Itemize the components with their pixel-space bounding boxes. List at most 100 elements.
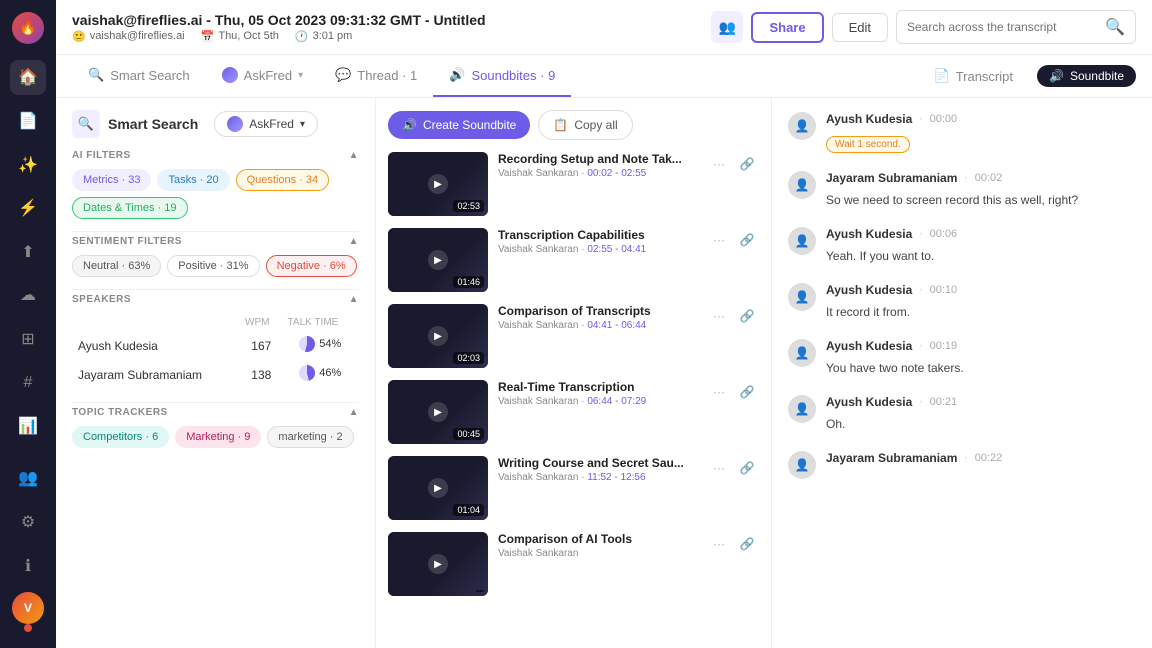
sidebar-item-upload[interactable]: ⬆ xyxy=(10,234,46,270)
play-button-2[interactable]: ▶ xyxy=(428,326,448,346)
filter-tag-questions[interactable]: Questions · 34 xyxy=(236,169,330,191)
speaker-wpm-jayaram: 138 xyxy=(241,361,282,388)
tab-thread[interactable]: 💬 Thread · 1 xyxy=(319,55,433,97)
soundbite-more-1[interactable]: ··· xyxy=(707,228,731,252)
transcript-content-4: Ayush Kudesia · 00:19 You have two note … xyxy=(826,337,1136,377)
filter-tag-positive[interactable]: Positive · 31% xyxy=(167,255,259,277)
soundbite-link-5[interactable]: 🔗 xyxy=(735,532,759,556)
tab-smart-search[interactable]: 🔍 Smart Search xyxy=(72,55,206,97)
sidebar-item-ai[interactable]: ✨ xyxy=(10,147,46,183)
askfred-tab-label: AskFred xyxy=(244,68,292,83)
sidebar-item-people[interactable]: 👥 xyxy=(10,460,46,496)
create-soundbite-button[interactable]: 🔊 Create Soundbite xyxy=(388,111,530,139)
play-button-5[interactable]: ▶ xyxy=(428,554,448,574)
filter-tag-competitors[interactable]: Competitors · 6 xyxy=(72,426,169,448)
soundbite-link-2[interactable]: 🔗 xyxy=(735,304,759,328)
soundbite-timerange-1[interactable]: 02:55 - 04:41 xyxy=(587,244,646,255)
sidebar-item-analytics[interactable]: 📊 xyxy=(10,408,46,444)
copy-all-button[interactable]: 📋 Copy all xyxy=(538,110,632,140)
soundbite-more-4[interactable]: ··· xyxy=(707,456,731,480)
soundbite-timerange-4[interactable]: 11:52 - 12:56 xyxy=(587,472,645,483)
filter-tag-negative[interactable]: Negative · 6% xyxy=(266,255,357,277)
soundbite-timerange-3[interactable]: 06:44 - 07:29 xyxy=(587,396,646,407)
soundbite-author-2: Vaishak Sankaran xyxy=(498,320,578,331)
soundbite-thumbnail-3[interactable]: ▶ 00:45 xyxy=(388,380,488,444)
sidebar-item-home[interactable]: 🏠 xyxy=(10,60,46,96)
soundbite-timerange-0[interactable]: 00:02 - 02:55 xyxy=(587,168,646,179)
wpm-column-header: WPM xyxy=(241,315,282,330)
filter-tag-neutral[interactable]: Neutral · 63% xyxy=(72,255,161,277)
soundbite-duration-4: 01:04 xyxy=(453,504,484,516)
sidebar-item-info[interactable]: ℹ xyxy=(10,548,46,584)
soundbite-link-3[interactable]: 🔗 xyxy=(735,380,759,404)
soundbite-duration-1: 01:46 xyxy=(453,276,484,288)
play-button-1[interactable]: ▶ xyxy=(428,250,448,270)
transcript-time-3: 00:10 xyxy=(930,284,958,296)
topics-collapse-icon[interactable]: ▲ xyxy=(349,407,359,418)
askfred-dropdown-button[interactable]: AskFred ▾ xyxy=(214,111,318,137)
soundbite-link-4[interactable]: 🔗 xyxy=(735,456,759,480)
tab-soundbites[interactable]: 🔊 Soundbites · 9 xyxy=(433,55,571,97)
tab-askfred[interactable]: AskFred ▾ xyxy=(206,55,319,97)
sidebar-item-hashtag[interactable]: # xyxy=(10,365,46,401)
soundbite-thumbnail-0[interactable]: ▶ 02:53 xyxy=(388,152,488,216)
soundbites-actions: 🔊 Create Soundbite 📋 Copy all xyxy=(388,110,759,140)
transcript-content-2: Ayush Kudesia · 00:06 Yeah. If you want … xyxy=(826,225,1136,265)
soundbite-more-2[interactable]: ··· xyxy=(707,304,731,328)
soundbite-thumbnail-4[interactable]: ▶ 01:04 xyxy=(388,456,488,520)
soundbite-item-4: ▶ 01:04 Writing Course and Secret Sau...… xyxy=(388,456,759,520)
soundbite-timerange-2[interactable]: 04:41 - 06:44 xyxy=(587,320,646,331)
soundbite-header-button[interactable]: 🔊 Soundbite xyxy=(1037,65,1136,87)
soundbite-link-1[interactable]: 🔗 xyxy=(735,228,759,252)
sidebar-nav: 🔥 🏠 📄 ✨ ⚡ ⬆ ☁ ⊞ # 📊 👥 ⚙ ℹ V xyxy=(0,0,56,648)
transcript-search-input[interactable] xyxy=(907,20,1099,34)
sidebar-item-cloud[interactable]: ☁ xyxy=(10,278,46,314)
soundbite-duration-3: 00:45 xyxy=(453,428,484,440)
soundbite-link-0[interactable]: 🔗 xyxy=(735,152,759,176)
play-button-0[interactable]: ▶ xyxy=(428,174,448,194)
avatar[interactable]: V xyxy=(12,592,44,624)
soundbite-more-5[interactable]: ··· xyxy=(707,532,731,556)
soundbite-actions-0: ··· 🔗 xyxy=(707,152,759,176)
filter-tag-tasks[interactable]: Tasks · 20 xyxy=(157,169,229,191)
sentiment-filters-collapse-icon[interactable]: ▲ xyxy=(349,236,359,247)
sidebar-item-lightning[interactable]: ⚡ xyxy=(10,190,46,226)
play-button-4[interactable]: ▶ xyxy=(428,478,448,498)
sidebar-item-transcripts[interactable]: 📄 xyxy=(10,103,46,139)
transcript-content-6: Jayaram Subramaniam · 00:22 xyxy=(826,449,1136,479)
transcript-avatar-5: 👤 xyxy=(788,395,816,423)
soundbite-thumbnail-1[interactable]: ▶ 01:46 xyxy=(388,228,488,292)
people-button[interactable]: 👥 xyxy=(711,11,743,43)
sidebar-item-settings[interactable]: ⚙ xyxy=(10,504,46,540)
play-button-3[interactable]: ▶ xyxy=(428,402,448,422)
soundbite-more-0[interactable]: ··· xyxy=(707,152,731,176)
create-soundbite-label: Create Soundbite xyxy=(423,118,516,132)
speakers-collapse-icon[interactable]: ▲ xyxy=(349,294,359,305)
sidebar-item-grid[interactable]: ⊞ xyxy=(10,321,46,357)
soundbite-author-4: Vaishak Sankaran xyxy=(498,472,578,483)
filter-tag-marketing[interactable]: Marketing · 9 xyxy=(175,426,261,448)
soundbite-meta-3: Vaishak Sankaran · 06:44 - 07:29 xyxy=(498,396,697,407)
tab-transcript[interactable]: 📄 Transcript xyxy=(918,56,1030,96)
filter-tag-marketing2[interactable]: marketing · 2 xyxy=(267,426,353,448)
soundbite-info-1: Transcription Capabilities Vaishak Sanka… xyxy=(498,228,697,255)
search-icon: 🔍 xyxy=(1105,17,1125,37)
share-button[interactable]: Share xyxy=(751,12,823,43)
soundbite-actions-3: ··· 🔗 xyxy=(707,380,759,404)
talk-time-column-header: TALK TIME xyxy=(284,315,357,330)
transcript-text-5: Oh. xyxy=(826,415,1136,433)
soundbite-info-0: Recording Setup and Note Tak... Vaishak … xyxy=(498,152,697,179)
transcript-speaker-2: Ayush Kudesia xyxy=(826,227,912,241)
ai-filters-collapse-icon[interactable]: ▲ xyxy=(349,150,359,161)
soundbite-thumbnail-2[interactable]: ▶ 02:03 xyxy=(388,304,488,368)
filter-tag-metrics[interactable]: Metrics · 33 xyxy=(72,169,151,191)
soundbite-meta-1: Vaishak Sankaran · 02:55 - 04:41 xyxy=(498,244,697,255)
soundbite-more-3[interactable]: ··· xyxy=(707,380,731,404)
tab-bar: 🔍 Smart Search AskFred ▾ 💬 Thread · 1 🔊 … xyxy=(56,55,1152,98)
speaker-name-ayush: Ayush Kudesia xyxy=(74,332,239,359)
edit-button[interactable]: Edit xyxy=(832,13,888,42)
soundbite-thumbnail-5[interactable]: ▶ xyxy=(388,532,488,596)
speakers-section: SPEAKERS ▲ WPM TALK TIME Ayush Kudesia 1… xyxy=(72,294,359,390)
filter-tag-dates[interactable]: Dates & Times · 19 xyxy=(72,197,188,219)
copy-all-label: Copy all xyxy=(574,118,617,132)
